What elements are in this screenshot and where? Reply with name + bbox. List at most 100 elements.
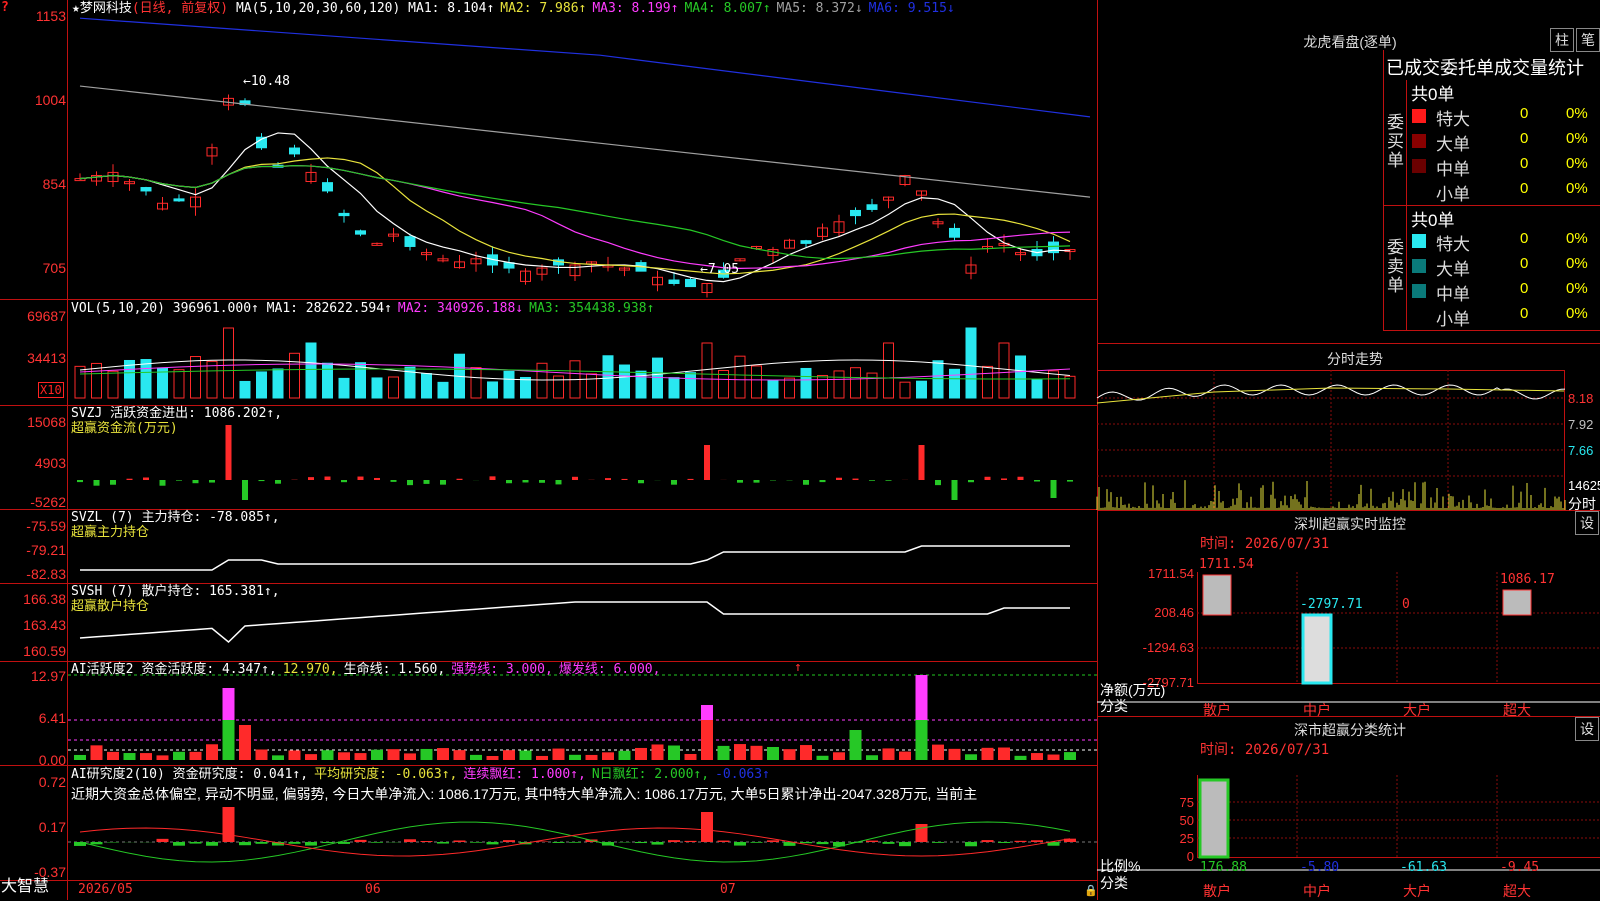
- ai2-bars[interactable]: [74, 675, 1076, 760]
- bar-mode-button[interactable]: 柱: [1550, 28, 1574, 52]
- date-label-may: 2026/05: [78, 883, 133, 897]
- y-tick-label: 6.41: [2, 710, 66, 726]
- class-value: -5.80: [1300, 861, 1339, 875]
- research-bar: [454, 840, 466, 842]
- svzj-bar: [869, 480, 875, 481]
- ai2-bar: [536, 756, 548, 760]
- price-chart-canvas[interactable]: [0, 0, 1600, 900]
- volume-bar: [207, 361, 217, 398]
- indicator-value: MA1: 282622.594↑: [267, 301, 392, 316]
- stock-title[interactable]: ★梦网科技: [72, 1, 132, 16]
- class-bar-retail[interactable]: [1200, 780, 1228, 857]
- ai2-bar: [569, 755, 581, 760]
- fenshi-y-tick: 8.18: [1568, 391, 1593, 406]
- svzj-bar: [1067, 480, 1073, 482]
- class-value: 176.88: [1200, 861, 1247, 875]
- ai2-bar: [635, 748, 647, 760]
- research-bar: [998, 842, 1010, 843]
- volume-bar: [191, 357, 201, 398]
- volume-bar: [801, 368, 811, 398]
- ai2-bar-top: [916, 675, 928, 720]
- lock-icon[interactable]: 🔒: [1084, 884, 1098, 898]
- monitor-category: 超大: [1503, 700, 1531, 720]
- ai2-bar: [421, 749, 433, 760]
- ai2-bar: [503, 750, 515, 760]
- svzj-bar: [622, 479, 628, 480]
- period-label[interactable]: (日线, 前复权): [132, 1, 228, 16]
- ai2-bar: [602, 752, 614, 760]
- ai2-bar: [454, 750, 466, 760]
- ai2-bar: [833, 752, 845, 760]
- candle-body: [323, 183, 333, 191]
- svsh-line: [80, 602, 1070, 642]
- volume-bar: [356, 363, 366, 398]
- research-bar: [421, 841, 433, 842]
- research-bar: [305, 842, 317, 846]
- ma-line-120: [80, 18, 1090, 117]
- svsh-header: SVSH (7) 散户持仓: 165.381↑,: [71, 585, 280, 599]
- monitor-category: 散户: [1203, 700, 1231, 720]
- research-bar: [256, 842, 268, 844]
- order-row-n: 0: [1520, 130, 1528, 147]
- candle-body: [356, 231, 366, 234]
- ai2-bar: [1048, 755, 1060, 760]
- monitor-bar-value: 1711.54: [1199, 558, 1254, 572]
- research-bar: [718, 841, 730, 842]
- indicator-value: MA2: 7.986↑: [500, 1, 586, 16]
- research-bar: [1015, 841, 1027, 842]
- monitor-category: 大户: [1403, 700, 1431, 720]
- svzj-bar: [836, 478, 842, 480]
- volume-bar: [422, 374, 432, 398]
- order-row-n: 0: [1520, 105, 1528, 122]
- ma-line-10: [80, 158, 1070, 274]
- volume-bar: [488, 382, 498, 398]
- y-tick-label: 75: [1130, 795, 1194, 810]
- volume-bar: [75, 366, 85, 398]
- svzj-bar: [242, 480, 248, 500]
- svzj-bars[interactable]: [77, 425, 1073, 500]
- order-row-n: 0: [1520, 180, 1528, 197]
- research-bar: [734, 842, 746, 846]
- research-bar: [767, 840, 779, 842]
- order-color-swatch: [1412, 109, 1426, 123]
- ai2-bar: [1031, 753, 1043, 760]
- indicator-value: N日飘红: 2.000↑,: [592, 767, 709, 782]
- fenshi-volume: [1097, 480, 1565, 510]
- svzj-header: SVZJ 活跃资金进出: 1086.202↑,: [71, 407, 282, 421]
- order-color-swatch: [1412, 134, 1426, 148]
- ai2-bar: [91, 745, 103, 760]
- volume-bar: [273, 369, 283, 398]
- sz-class-settings-button[interactable]: 设: [1575, 717, 1599, 741]
- fenshi-title: 分时走势: [1280, 349, 1430, 369]
- sz-monitor-bars[interactable]: [1203, 575, 1531, 683]
- volume-bar: [504, 371, 514, 398]
- ai2-bar: [239, 725, 251, 760]
- svzj-bar: [143, 477, 149, 480]
- research-bar: [223, 807, 235, 842]
- svzj-bar: [803, 480, 809, 485]
- ai2-bar: [965, 754, 977, 760]
- sz-monitor-time: 时间: 2026/07/31: [1200, 537, 1329, 551]
- fenshi-avg-line: [1097, 388, 1564, 403]
- volume-bar: [603, 356, 613, 398]
- tick-mode-button[interactable]: 笔: [1576, 28, 1600, 52]
- class-category: 大户: [1403, 881, 1431, 901]
- main-header: ★梦网科技(日线, 前复权) MA(5,10,20,30,60,120) MA1…: [72, 2, 961, 16]
- ai2-bar: [817, 756, 829, 760]
- research-bars[interactable]: [74, 807, 1076, 846]
- monitor-bar-retail: [1203, 575, 1231, 615]
- volume-bar: [735, 356, 745, 398]
- order-row-p: 0%: [1566, 230, 1588, 247]
- research-bar: [355, 840, 367, 842]
- sz-monitor-settings-button[interactable]: 设: [1575, 511, 1599, 535]
- research-bar: [668, 840, 680, 842]
- research-note: 近期大资金总体偏空, 异动不明显, 偏弱势, 今日大单净流入: 1086.17万…: [71, 787, 1095, 801]
- order-row-p: 0%: [1566, 305, 1588, 322]
- volume-bar: [1049, 371, 1059, 398]
- ai2-bar: [883, 748, 895, 760]
- research-bar: [503, 840, 515, 842]
- volume-bar: [125, 360, 135, 398]
- volume-bars[interactable]: [75, 328, 1075, 398]
- volume-bar: [917, 381, 927, 398]
- svzj-bar: [440, 480, 446, 485]
